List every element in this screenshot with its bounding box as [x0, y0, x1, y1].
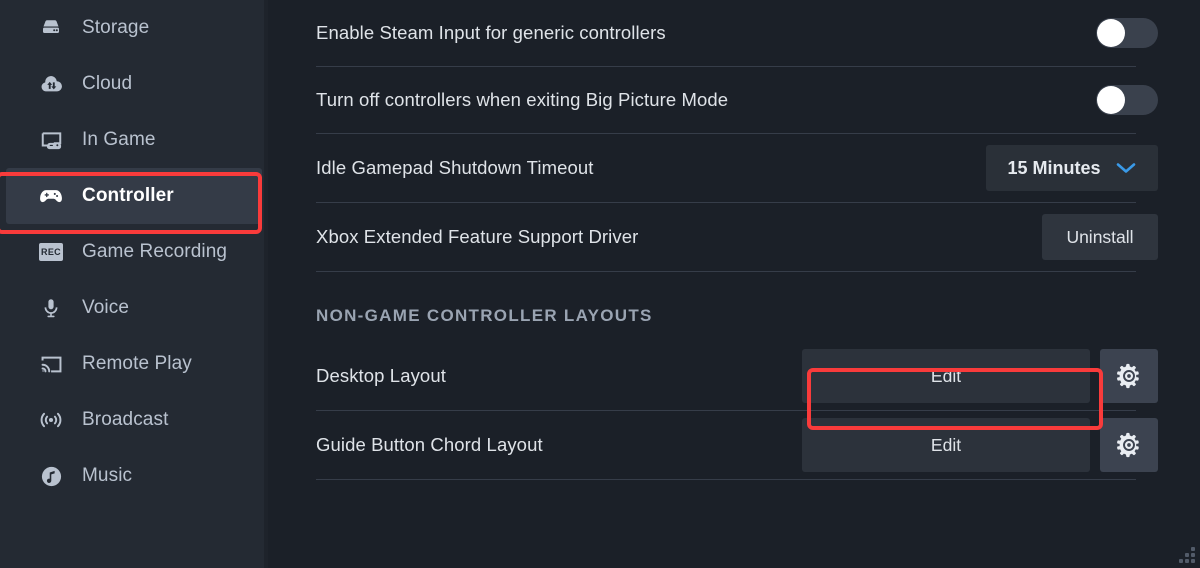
window-resize-grip[interactable]: [1179, 547, 1195, 563]
sidebar-item-music[interactable]: Music: [6, 448, 262, 504]
sidebar-item-label: Remote Play: [82, 353, 192, 374]
remote-play-icon: [38, 351, 64, 377]
desktop-layout-settings-button[interactable]: [1100, 349, 1158, 403]
setting-control: [1096, 85, 1158, 115]
cloud-sync-icon: [38, 71, 64, 97]
guide-button-chord-settings-button[interactable]: [1100, 418, 1158, 472]
setting-control: 15 Minutes: [986, 145, 1158, 191]
setting-control: [1096, 18, 1158, 48]
controller-settings-panel: Enable Steam Input for generic controlle…: [268, 0, 1200, 568]
sidebar-item-broadcast[interactable]: Broadcast: [6, 392, 262, 448]
sidebar-item-storage[interactable]: Storage: [6, 0, 262, 56]
setting-label: Enable Steam Input for generic controlle…: [316, 22, 666, 43]
settings-window: Storage Cloud In Game Controller REC Gam…: [0, 0, 1200, 568]
setting-row-idle-gamepad-timeout: Idle Gamepad Shutdown Timeout 15 Minutes: [292, 134, 1160, 202]
sidebar-item-label: Broadcast: [82, 409, 169, 430]
setting-row-xbox-driver: Xbox Extended Feature Support Driver Uni…: [292, 203, 1160, 271]
toggle-turn-off-controllers[interactable]: [1096, 85, 1158, 115]
sidebar-item-controller[interactable]: Controller: [6, 168, 262, 224]
section-header-non-game-layouts: NON-GAME CONTROLLER LAYOUTS: [316, 306, 653, 325]
layout-row-desktop: Desktop Layout Edit: [292, 342, 1160, 410]
sidebar-item-label: Game Recording: [82, 241, 228, 262]
sidebar-item-label: In Game: [82, 129, 156, 150]
sidebar-item-remote-play[interactable]: Remote Play: [6, 336, 262, 392]
in-game-icon: [38, 127, 64, 153]
sidebar-item-label: Music: [82, 465, 133, 486]
sidebar-item-label: Voice: [82, 297, 129, 318]
setting-row-turn-off-controllers: Turn off controllers when exiting Big Pi…: [292, 67, 1160, 133]
layout-row-guide-button-chord: Guide Button Chord Layout Edit: [292, 411, 1160, 479]
storage-icon: [38, 15, 64, 41]
toggle-enable-steam-input[interactable]: [1096, 18, 1158, 48]
rec-badge-text: REC: [39, 243, 63, 261]
setting-label: Xbox Extended Feature Support Driver: [316, 226, 639, 247]
settings-sidebar: Storage Cloud In Game Controller REC Gam…: [0, 0, 278, 568]
layout-controls: Edit: [802, 418, 1158, 472]
sidebar-item-label: Storage: [82, 17, 150, 38]
setting-label: Turn off controllers when exiting Big Pi…: [316, 89, 729, 110]
dropdown-idle-gamepad-timeout[interactable]: 15 Minutes: [986, 145, 1158, 191]
layout-controls: Edit: [802, 349, 1158, 403]
setting-label: Idle Gamepad Shutdown Timeout: [316, 157, 594, 178]
microphone-icon: [38, 295, 64, 321]
chevron-down-icon: [1115, 161, 1137, 175]
layout-label: Desktop Layout: [316, 365, 446, 386]
sidebar-item-voice[interactable]: Voice: [6, 280, 262, 336]
gear-icon: [1116, 432, 1142, 458]
dropdown-value: 15 Minutes: [1007, 157, 1101, 178]
layout-label: Guide Button Chord Layout: [316, 434, 543, 455]
music-note-icon: [38, 463, 64, 489]
row-divider: [316, 479, 1136, 480]
broadcast-icon: [38, 407, 64, 433]
uninstall-button[interactable]: Uninstall: [1042, 214, 1158, 260]
setting-control: Uninstall: [1042, 214, 1158, 260]
setting-row-enable-steam-input: Enable Steam Input for generic controlle…: [292, 0, 1160, 66]
sidebar-item-cloud[interactable]: Cloud: [6, 56, 262, 112]
edit-desktop-layout-button[interactable]: Edit: [802, 349, 1090, 403]
rec-badge-icon: REC: [38, 239, 64, 265]
sidebar-item-game-recording[interactable]: REC Game Recording: [6, 224, 262, 280]
sidebar-item-in-game[interactable]: In Game: [6, 112, 262, 168]
toggle-knob: [1097, 86, 1125, 114]
gamepad-icon: [38, 183, 64, 209]
sidebar-item-label: Cloud: [82, 73, 133, 94]
settings-rows: Enable Steam Input for generic controlle…: [292, 0, 1160, 480]
gear-icon: [1116, 363, 1142, 389]
toggle-knob: [1097, 19, 1125, 47]
sidebar-nav-list: Storage Cloud In Game Controller REC Gam…: [0, 0, 268, 504]
sidebar-item-label: Controller: [82, 185, 174, 206]
edit-guide-button-chord-layout-button[interactable]: Edit: [802, 418, 1090, 472]
